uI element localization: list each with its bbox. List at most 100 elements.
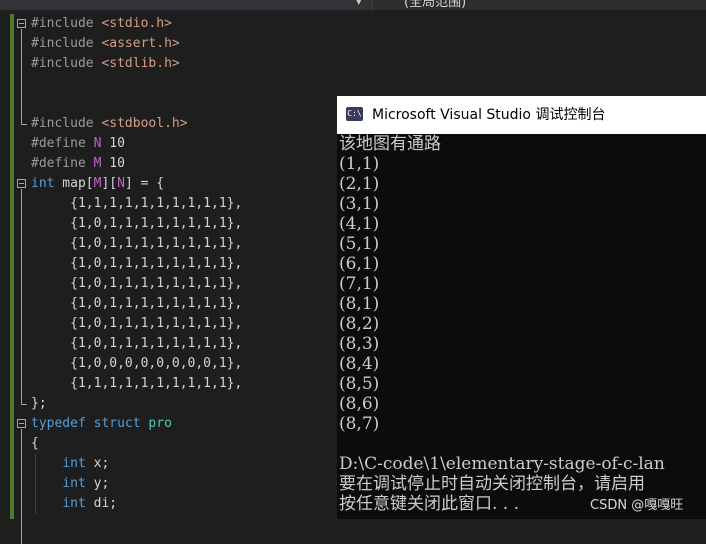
code-token: struct	[93, 416, 141, 431]
console-title: Microsoft Visual Studio 调试控制台	[372, 107, 606, 123]
outline-guide	[21, 29, 22, 124]
code-token: <stdio.h>	[101, 16, 172, 31]
code-token: #include	[31, 56, 102, 71]
code-text: typedef struct pro	[31, 414, 172, 434]
code-token: 10	[101, 136, 125, 151]
console-line: (7,1)	[339, 274, 380, 294]
console-line: (3,1)	[339, 194, 380, 214]
code-line[interactable]	[0, 74, 706, 94]
outline-guide	[21, 429, 22, 544]
code-token: {1,0,1,1,1,1,1,1,1,1},	[31, 216, 243, 231]
collapse-icon[interactable]	[17, 179, 26, 188]
navigation-bar: ▾ (全局范围)	[0, 0, 706, 10]
code-line[interactable]: #include <stdio.h>	[0, 14, 706, 34]
code-token: <stdbool.h>	[101, 116, 188, 131]
console-line: (6,1)	[339, 254, 380, 274]
code-text: int y;	[31, 474, 109, 494]
code-token: {1,0,0,0,0,0,0,0,0,1},	[31, 356, 243, 371]
code-line[interactable]: #include <assert.h>	[0, 34, 706, 54]
code-token: y;	[85, 476, 110, 491]
console-line: (8,5)	[339, 374, 380, 394]
code-token: int	[62, 456, 86, 471]
code-token: di;	[85, 496, 118, 511]
code-text: #define N 10	[31, 134, 125, 154]
code-text: int map[M][N] = {	[31, 174, 164, 194]
collapse-icon[interactable]	[17, 419, 26, 428]
outline-guide	[21, 189, 22, 404]
code-token: {1,0,1,1,1,1,1,1,1,1},	[31, 236, 243, 251]
code-token: {1,0,1,1,1,1,1,1,1,1},	[31, 256, 243, 271]
console-line: 按任意键关闭此窗口. . .	[339, 494, 520, 514]
code-text: {1,0,0,0,0,0,0,0,0,1},	[31, 354, 242, 374]
console-app-icon: C:\	[346, 107, 363, 121]
outline-guide-end	[21, 124, 27, 125]
console-line: (8,7)	[339, 414, 380, 434]
code-text: {1,1,1,1,1,1,1,1,1,1},	[31, 194, 242, 214]
code-token: <assert.h>	[101, 36, 180, 51]
code-token: {1,1,1,1,1,1,1,1,1,1},	[31, 196, 243, 211]
console-line: (8,3)	[339, 334, 380, 354]
console-line: (8,4)	[339, 354, 380, 374]
watermark: CSDN @嘎嘎旺	[590, 498, 684, 513]
code-text: {1,1,1,1,1,1,1,1,1,1},	[31, 374, 242, 394]
code-text: #include <stdbool.h>	[31, 114, 188, 134]
console-line: (8,6)	[339, 394, 380, 414]
collapse-icon[interactable]	[17, 19, 26, 28]
code-token: typedef	[31, 416, 86, 431]
code-token: N	[117, 176, 125, 191]
code-text: int di;	[31, 494, 117, 514]
code-token: {1,0,1,1,1,1,1,1,1,1},	[31, 336, 243, 351]
console-line: (2,1)	[339, 174, 380, 194]
code-token: map[	[54, 176, 94, 191]
code-token: #define	[31, 136, 94, 151]
debug-console-window[interactable]: C:\ Microsoft Visual Studio 调试控制台 该地图有通路…	[337, 96, 706, 519]
code-token: x;	[85, 456, 110, 471]
code-token: ][	[101, 176, 118, 191]
console-line: (8,1)	[339, 294, 380, 314]
code-token: #include	[31, 36, 102, 51]
code-text: {1,0,1,1,1,1,1,1,1,1},	[31, 254, 242, 274]
console-line: (4,1)	[339, 214, 380, 234]
code-text: int x;	[31, 454, 109, 474]
console-line: (8,2)	[339, 314, 380, 334]
code-text: #include <assert.h>	[31, 34, 180, 54]
console-line: D:\C-code\1\elementary-stage-of-c-lan	[339, 454, 665, 474]
code-text: #define M 10	[31, 154, 125, 174]
code-line[interactable]: #include <stdlib.h>	[0, 54, 706, 74]
file-scope-dropdown[interactable]: ▾	[0, 0, 373, 10]
console-line: (1,1)	[339, 154, 380, 174]
indent-guide	[35, 454, 36, 514]
code-token: <stdlib.h>	[101, 56, 180, 71]
code-text: {1,0,1,1,1,1,1,1,1,1},	[31, 234, 242, 254]
code-token: #include	[31, 16, 102, 31]
code-text: {1,0,1,1,1,1,1,1,1,1},	[31, 334, 242, 354]
code-token: {1,0,1,1,1,1,1,1,1,1},	[31, 316, 243, 331]
code-text: #include <stdlib.h>	[31, 54, 180, 74]
outline-guide-end	[21, 404, 27, 405]
console-line: 要在调试停止时自动关闭控制台，请启用	[339, 474, 645, 494]
console-line: (5,1)	[339, 234, 380, 254]
code-token: {	[31, 436, 39, 451]
code-token: {1,0,1,1,1,1,1,1,1,1},	[31, 296, 243, 311]
global-scope-dropdown[interactable]: (全局范围)	[404, 0, 466, 10]
code-text: };	[31, 394, 47, 414]
code-token: {1,0,1,1,1,1,1,1,1,1},	[31, 276, 243, 291]
code-text: {1,0,1,1,1,1,1,1,1,1},	[31, 314, 242, 334]
code-token: {1,1,1,1,1,1,1,1,1,1},	[31, 376, 243, 391]
code-text: {1,0,1,1,1,1,1,1,1,1},	[31, 274, 242, 294]
console-line: 该地图有通路	[339, 134, 441, 154]
console-title-bar[interactable]: C:\ Microsoft Visual Studio 调试控制台	[337, 96, 706, 134]
code-token: };	[31, 396, 47, 411]
code-token: ] = {	[124, 176, 165, 191]
code-text: #include <stdio.h>	[31, 14, 172, 34]
chevron-down-icon[interactable]: ▾	[356, 0, 362, 8]
code-token: pro	[148, 416, 172, 431]
code-token: 10	[101, 156, 125, 171]
code-text: {1,0,1,1,1,1,1,1,1,1},	[31, 214, 242, 234]
code-text: {	[31, 434, 39, 454]
code-token: #include	[31, 116, 102, 131]
code-token: #define	[31, 156, 94, 171]
code-text: {1,0,1,1,1,1,1,1,1,1},	[31, 294, 242, 314]
code-token: int	[62, 476, 86, 491]
